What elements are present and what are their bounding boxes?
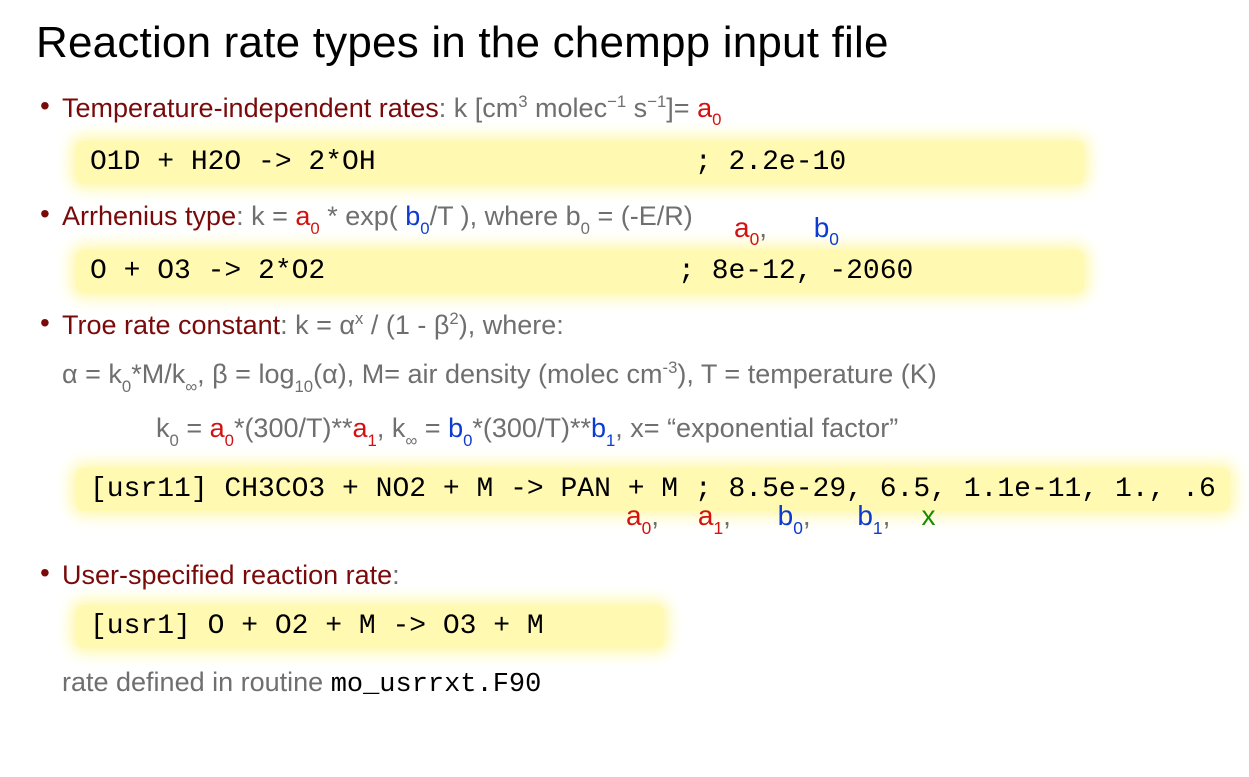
troe-sq: 2 bbox=[449, 309, 458, 328]
troe-ann-c3: , bbox=[803, 500, 811, 531]
troe-l3-k0s: 0 bbox=[170, 431, 179, 450]
troe-close: ), where: bbox=[459, 310, 564, 340]
arr-eq1: : k = bbox=[236, 201, 295, 231]
troe-l3-eq2: = bbox=[417, 413, 448, 443]
troe-l2-ten: 10 bbox=[294, 377, 313, 396]
ti-molec-sup-one: 1 bbox=[617, 92, 626, 111]
troe-line3: k0 = a0*(300/T)**a1, k∞ = b0*(300/T)**b1… bbox=[36, 410, 1213, 450]
ti-s-sup-one: 1 bbox=[657, 92, 666, 111]
troe-headline: Troe rate constant: k = αx / (1 - β2), w… bbox=[62, 309, 1213, 343]
bullet-list: Temperature-independent rates: k [cm3 mo… bbox=[36, 92, 1213, 342]
temp-independent-code: O1D + H2O -> 2*OH ; 2.2e-10 bbox=[76, 141, 1084, 184]
slide: Reaction rate types in the chempp input … bbox=[0, 0, 1249, 777]
temp-independent-label: Temperature-independent rates bbox=[62, 93, 439, 123]
arrhenius-code-row: a0, b0 O + O3 -> 2*O2 ; 8e-12, -2060 bbox=[62, 238, 1213, 305]
arr-b0s: 0 bbox=[581, 219, 590, 238]
troe-l3-mid2: *(300/T)** bbox=[472, 413, 591, 443]
troe-ann-a0: a0 bbox=[626, 500, 651, 531]
troe-line2: α = k0*M/k∞, β = log10(α), M= air densit… bbox=[36, 356, 1213, 396]
user-colon: : bbox=[392, 560, 400, 590]
user-note: rate defined in routine mo_usrrxt.F90 bbox=[62, 666, 1213, 703]
arrhenius-label: Arrhenius type bbox=[62, 201, 236, 231]
bullet-list-2: User-specified reaction rate: [usr1] O +… bbox=[36, 559, 1213, 703]
arr-annot-a0: a0 bbox=[734, 212, 759, 243]
bullet-troe: Troe rate constant: k = αx / (1 - β2), w… bbox=[36, 309, 1213, 343]
troe-l2-paren: (α), M= air density (molec cm bbox=[313, 359, 662, 389]
temp-independent-headline: Temperature-independent rates: k [cm3 mo… bbox=[62, 92, 1213, 129]
troe-ann-c1: , bbox=[651, 500, 659, 531]
troe-l3-inf: ∞ bbox=[405, 431, 417, 450]
arr-b0: b0 bbox=[405, 201, 429, 231]
troe-l3-eq: = bbox=[179, 413, 210, 443]
ti-molec-sup-minus: − bbox=[607, 92, 617, 111]
troe-ann-x: x bbox=[921, 500, 935, 531]
user-code: [usr1] O + O2 + M -> O3 + M bbox=[76, 605, 664, 648]
troe-div: / (1 - β bbox=[363, 310, 449, 340]
bullet-user-specified: User-specified reaction rate: [usr1] O +… bbox=[36, 559, 1213, 703]
ti-s-sup-minus: − bbox=[647, 92, 657, 111]
arrhenius-headline: Arrhenius type: k = a0 * exp( b0/T ), wh… bbox=[62, 200, 1213, 237]
troe-l3-mid: *(300/T)** bbox=[234, 413, 353, 443]
troe-l3-b0: b0 bbox=[448, 413, 472, 443]
slide-title: Reaction rate types in the chempp input … bbox=[36, 18, 1213, 68]
arrhenius-code: O + O3 -> 2*O2 ; 8e-12, -2060 bbox=[76, 250, 1084, 293]
arrhenius-annot: a0, b0 bbox=[734, 212, 839, 249]
troe-eq1: : k = α bbox=[280, 310, 355, 340]
arr-exp: * exp( bbox=[320, 201, 406, 231]
troe-l3-a1: a1 bbox=[352, 413, 376, 443]
troe-l2-beta: , β = log bbox=[197, 359, 294, 389]
bullet-temp-independent: Temperature-independent rates: k [cm3 mo… bbox=[36, 92, 1213, 196]
troe-l2-inf: ∞ bbox=[185, 377, 197, 396]
troe-annot: a0, a1, b0, b1, x bbox=[626, 500, 935, 537]
troe-l3-k0: k bbox=[156, 413, 170, 443]
troe-ann-c2: , bbox=[723, 500, 731, 531]
ti-s: s bbox=[626, 93, 647, 123]
user-headline: User-specified reaction rate: bbox=[62, 559, 1213, 593]
troe-l3-a0: a0 bbox=[210, 413, 234, 443]
arr-overt: /T ), where b bbox=[430, 201, 581, 231]
ti-colon: : k [cm bbox=[439, 93, 519, 123]
ti-molec: molec bbox=[528, 93, 608, 123]
arr-annot-b0: b0 bbox=[814, 212, 839, 243]
user-label: User-specified reaction rate bbox=[62, 560, 392, 590]
troe-l3-tail: , x= “exponential factor” bbox=[615, 413, 898, 443]
troe-l2-alpha: α = k bbox=[62, 359, 122, 389]
user-note-mono: mo_usrrxt.F90 bbox=[331, 670, 542, 700]
arr-er: = (-E/R) bbox=[590, 201, 693, 231]
arr-a0: a0 bbox=[295, 201, 319, 231]
ti-eq: ]= bbox=[666, 93, 697, 123]
troe-ann-c4: , bbox=[883, 500, 891, 531]
troe-l2-tt: ), T = temperature (K) bbox=[677, 359, 936, 389]
user-note-prefix: rate defined in routine bbox=[62, 667, 331, 697]
troe-l3-comma: , k bbox=[377, 413, 406, 443]
ti-cm3-sup: 3 bbox=[518, 92, 527, 111]
troe-ann-b0: b0 bbox=[778, 500, 803, 531]
bullet-arrhenius: Arrhenius type: k = a0 * exp( b0/T ), wh… bbox=[36, 200, 1213, 304]
arr-annot-comma: , bbox=[759, 212, 767, 243]
ti-a0: a0 bbox=[697, 93, 721, 123]
troe-ann-b1: b1 bbox=[857, 500, 882, 531]
troe-ann-a1: a1 bbox=[698, 500, 723, 531]
troe-l2-k0s: 0 bbox=[122, 377, 131, 396]
troe-l3-b1: b1 bbox=[591, 413, 615, 443]
troe-l2-m3: -3 bbox=[663, 358, 678, 377]
troe-code-row: [usr11] CH3CO3 + NO2 + M -> PAN + M ; 8.… bbox=[62, 456, 1213, 523]
troe-l2-mk: *M/k bbox=[131, 359, 185, 389]
troe-label: Troe rate constant bbox=[62, 310, 280, 340]
